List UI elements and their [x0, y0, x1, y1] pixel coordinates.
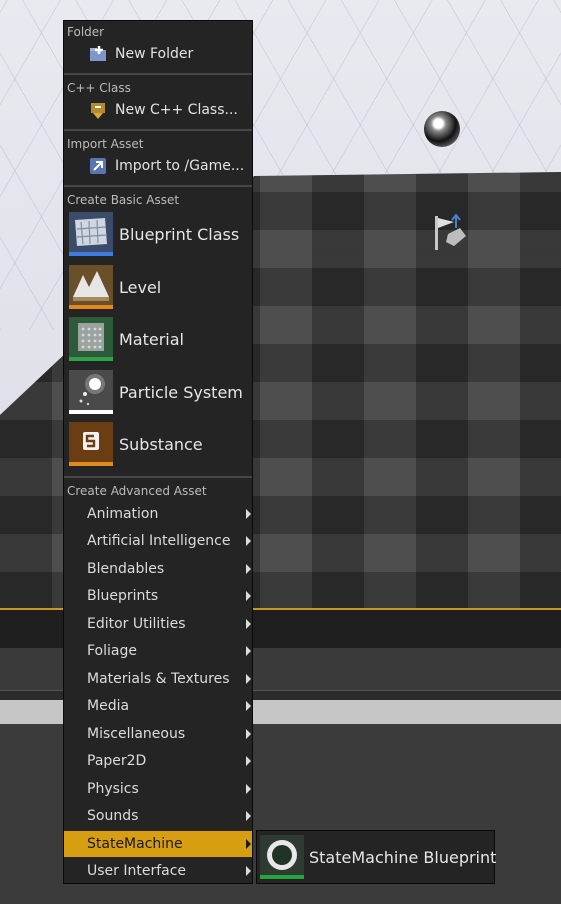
submenu-physics[interactable]: Physics: [64, 776, 252, 802]
submenu-label: Foliage: [87, 643, 137, 659]
import-to-game-item[interactable]: Import to /Game...: [64, 154, 252, 178]
chevron-right-icon: [246, 536, 251, 546]
blueprint-class-label: Blueprint Class: [119, 224, 240, 244]
import-to-game-label: Import to /Game...: [115, 158, 245, 174]
level-icon: [69, 265, 113, 309]
statemachine-blueprint-icon: [260, 835, 304, 879]
submenu-user-interface[interactable]: User Interface: [64, 858, 252, 884]
submenu-label: Miscellaneous: [87, 726, 186, 742]
level-label: Level: [119, 277, 162, 297]
particle-system-icon: [69, 370, 113, 414]
submenu-artificial-intelligence[interactable]: Artificial Intelligence: [64, 528, 252, 554]
substance-item[interactable]: Substance: [64, 420, 252, 468]
submenu-blueprints[interactable]: Blueprints: [64, 583, 252, 609]
material-label: Material: [119, 329, 184, 349]
blueprint-class-item[interactable]: Blueprint Class: [64, 210, 252, 258]
statemachine-blueprint-item[interactable]: StateMachine Blueprint: [257, 831, 497, 883]
submenu-paper2d[interactable]: Paper2D: [64, 748, 252, 774]
new-folder-label: New Folder: [115, 46, 194, 62]
blueprint-class-icon: [69, 212, 113, 256]
add-new-context-menu: Folder New Folder C++ Class New C++ Clas…: [63, 20, 253, 884]
section-header-folder: Folder: [67, 25, 105, 39]
submenu-label: Sounds: [87, 808, 139, 824]
submenu-editor-utilities[interactable]: Editor Utilities: [64, 611, 252, 637]
material-item[interactable]: Material: [64, 315, 252, 363]
submenu-label: StateMachine: [87, 836, 183, 852]
particle-system-label: Particle System: [119, 382, 243, 402]
chevron-right-icon: [246, 729, 251, 739]
separator: [64, 185, 252, 187]
submenu-sounds[interactable]: Sounds: [64, 803, 252, 829]
chevron-right-icon: [246, 591, 251, 601]
player-start-icon[interactable]: [430, 212, 468, 256]
chevron-right-icon: [246, 619, 251, 629]
new-cpp-class-label: New C++ Class...: [115, 102, 238, 118]
chevron-right-icon: [246, 839, 251, 849]
submenu-label: Media: [87, 698, 130, 714]
submenu-label: Blueprints: [87, 588, 159, 604]
section-header-cpp: C++ Class: [67, 81, 131, 95]
submenu-label: Editor Utilities: [87, 616, 186, 632]
substance-icon: [69, 422, 113, 466]
separator: [64, 476, 252, 478]
substance-label: Substance: [119, 434, 203, 454]
chevron-right-icon: [246, 564, 251, 574]
statemachine-blueprint-label: StateMachine Blueprint: [309, 847, 497, 867]
section-header-basic: Create Basic Asset: [67, 193, 180, 207]
submenu-foliage[interactable]: Foliage: [64, 638, 252, 664]
cpp-class-icon: [91, 103, 105, 119]
submenu-miscellaneous[interactable]: Miscellaneous: [64, 721, 252, 747]
import-icon: [90, 158, 106, 174]
new-folder-icon: [90, 46, 106, 61]
new-folder-item[interactable]: New Folder: [64, 42, 252, 66]
submenu-label: Blendables: [87, 561, 165, 577]
submenu-label: Materials & Textures: [87, 671, 230, 687]
submenu-label: Paper2D: [87, 753, 147, 769]
submenu-animation[interactable]: Animation: [64, 501, 252, 527]
particle-system-item[interactable]: Particle System: [64, 368, 252, 416]
chevron-right-icon: [246, 701, 251, 711]
statemachine-submenu: StateMachine Blueprint: [256, 830, 497, 884]
material-icon: [69, 317, 113, 361]
submenu-label: Artificial Intelligence: [87, 533, 231, 549]
new-cpp-class-item[interactable]: New C++ Class...: [64, 98, 252, 122]
chevron-right-icon: [246, 509, 251, 519]
section-header-import: Import Asset: [67, 137, 144, 151]
submenu-label: User Interface: [87, 863, 187, 879]
submenu-label: Animation: [87, 506, 159, 522]
chevron-right-icon: [246, 811, 251, 821]
submenu-blendables[interactable]: Blendables: [64, 556, 252, 582]
chevron-right-icon: [246, 784, 251, 794]
submenu-materials-textures[interactable]: Materials & Textures: [64, 666, 252, 692]
chevron-right-icon: [246, 674, 251, 684]
section-header-advanced: Create Advanced Asset: [67, 484, 207, 498]
sky-sphere-icon[interactable]: [424, 111, 460, 147]
separator: [64, 73, 252, 75]
chevron-right-icon: [246, 646, 251, 656]
separator: [64, 129, 252, 131]
level-item[interactable]: Level: [64, 263, 252, 311]
chevron-right-icon: [246, 756, 251, 766]
submenu-media[interactable]: Media: [64, 693, 252, 719]
submenu-statemachine[interactable]: StateMachine: [64, 831, 252, 857]
submenu-label: Physics: [87, 781, 139, 797]
chevron-right-icon: [246, 866, 251, 876]
